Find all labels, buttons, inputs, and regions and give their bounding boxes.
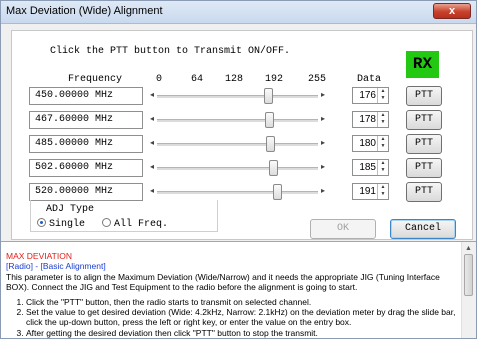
slider-right-arrow-icon[interactable]: ▸ <box>321 162 325 171</box>
ptt-button[interactable]: PTT <box>406 110 442 130</box>
slider-thumb[interactable] <box>273 184 283 200</box>
data-value[interactable]: 191 <box>359 186 376 197</box>
help-step: Set the value to get desired deviation (… <box>26 307 460 328</box>
radio-all-freq[interactable]: All Freq. <box>102 218 168 230</box>
slider-right-arrow-icon[interactable]: ▸ <box>321 90 325 99</box>
scroll-up-icon[interactable]: ▲ <box>465 244 472 254</box>
scale-label: 192 <box>264 74 284 85</box>
frequency-field: 485.00000 MHz <box>29 135 143 153</box>
scale-label: 128 <box>224 74 244 85</box>
slider-thumb[interactable] <box>264 112 274 128</box>
stepper-buttons[interactable]: ▲ ▼ <box>377 184 388 199</box>
deviation-slider[interactable]: ◂ ▸ <box>145 87 330 105</box>
data-value[interactable]: 180 <box>359 138 376 149</box>
data-value[interactable]: 176 <box>359 90 376 101</box>
stepper-down-icon[interactable]: ▼ <box>378 119 388 126</box>
scale-label: 64 <box>190 74 204 85</box>
ptt-button[interactable]: PTT <box>406 182 442 202</box>
scale-label: 0 <box>155 74 163 85</box>
radio-selected-icon[interactable] <box>37 218 46 227</box>
help-step: After getting the desired deviation then… <box>26 328 460 338</box>
title-bar[interactable]: Max Deviation (Wide) Alignment x <box>1 1 476 24</box>
close-button[interactable]: x <box>433 3 471 19</box>
data-value-stepper[interactable]: 178 ▲ ▼ <box>352 111 389 128</box>
radio-single-label: Single <box>49 219 86 230</box>
deviation-slider[interactable]: ◂ ▸ <box>145 111 330 129</box>
radio-single[interactable]: Single <box>37 218 85 230</box>
data-value-stepper[interactable]: 185 ▲ ▼ <box>352 159 389 176</box>
slider-track <box>157 95 318 98</box>
slider-left-arrow-icon[interactable]: ◂ <box>150 186 154 195</box>
deviation-slider[interactable]: ◂ ▸ <box>145 183 330 201</box>
help-steps: Click the "PTT" button, then the radio s… <box>6 297 460 338</box>
frequency-field: 450.00000 MHz <box>29 87 143 105</box>
stepper-up-icon[interactable]: ▲ <box>378 184 388 191</box>
slider-track <box>157 119 318 122</box>
slider-track <box>157 167 318 170</box>
data-value-stepper[interactable]: 176 ▲ ▼ <box>352 87 389 104</box>
deviation-slider[interactable]: ◂ ▸ <box>145 159 330 177</box>
data-value-stepper[interactable]: 180 ▲ ▼ <box>352 135 389 152</box>
slider-right-arrow-icon[interactable]: ▸ <box>321 138 325 147</box>
help-pane[interactable]: MAX DEVIATION [Radio] - [Basic Alignment… <box>1 241 476 338</box>
frequency-field: 467.60000 MHz <box>29 111 143 129</box>
slider-left-arrow-icon[interactable]: ◂ <box>150 138 154 147</box>
radio-unselected-icon[interactable] <box>102 218 111 227</box>
stepper-buttons[interactable]: ▲ ▼ <box>377 88 388 103</box>
data-value[interactable]: 185 <box>359 162 376 173</box>
ok-button[interactable]: OK <box>310 219 376 239</box>
stepper-down-icon[interactable]: ▼ <box>378 191 388 198</box>
stepper-up-icon[interactable]: ▲ <box>378 136 388 143</box>
slider-thumb[interactable] <box>266 136 276 152</box>
instruction-text: Click the PTT button to Transmit ON/OFF. <box>50 46 291 57</box>
data-column-header: Data <box>357 74 382 85</box>
slider-left-arrow-icon[interactable]: ◂ <box>150 114 154 123</box>
stepper-down-icon[interactable]: ▼ <box>378 167 388 174</box>
stepper-up-icon[interactable]: ▲ <box>378 88 388 95</box>
help-scrollbar[interactable]: ▲ <box>461 242 476 338</box>
stepper-down-icon[interactable]: ▼ <box>378 95 388 102</box>
slider-track <box>157 191 318 194</box>
stepper-buttons[interactable]: ▲ ▼ <box>377 112 388 127</box>
help-breadcrumb: [Radio] - [Basic Alignment] <box>6 261 106 272</box>
slider-track <box>157 143 318 146</box>
deviation-slider[interactable]: ◂ ▸ <box>145 135 330 153</box>
slider-left-arrow-icon[interactable]: ◂ <box>150 90 154 99</box>
frequency-column-header: Frequency <box>68 74 123 85</box>
scale-label: 255 <box>307 74 327 85</box>
stepper-up-icon[interactable]: ▲ <box>378 112 388 119</box>
stepper-down-icon[interactable]: ▼ <box>378 143 388 150</box>
data-value-stepper[interactable]: 191 ▲ ▼ <box>352 183 389 200</box>
stepper-buttons[interactable]: ▲ ▼ <box>377 160 388 175</box>
alignment-window: Max Deviation (Wide) Alignment x Click t… <box>0 0 477 339</box>
cancel-button[interactable]: Cancel <box>390 219 456 239</box>
data-value[interactable]: 178 <box>359 114 376 125</box>
stepper-up-icon[interactable]: ▲ <box>378 160 388 167</box>
help-title: MAX DEVIATION <box>6 251 72 261</box>
rx-status-indicator: RX <box>406 51 439 78</box>
ptt-button[interactable]: PTT <box>406 158 442 178</box>
ptt-button[interactable]: PTT <box>406 134 442 154</box>
help-intro: This parameter is to align the Maximum D… <box>6 271 440 293</box>
help-step: Click the "PTT" button, then the radio s… <box>26 297 460 307</box>
adj-type-label: ADJ Type <box>46 204 95 215</box>
radio-all-freq-label: All Freq. <box>114 219 169 230</box>
window-title: Max Deviation (Wide) Alignment <box>6 5 163 17</box>
slider-right-arrow-icon[interactable]: ▸ <box>321 114 325 123</box>
slider-thumb[interactable] <box>269 160 279 176</box>
scrollbar-thumb[interactable] <box>464 254 473 296</box>
slider-thumb[interactable] <box>263 88 273 104</box>
ptt-button[interactable]: PTT <box>406 86 442 106</box>
frequency-field: 520.00000 MHz <box>29 183 143 201</box>
stepper-buttons[interactable]: ▲ ▼ <box>377 136 388 151</box>
frequency-field: 502.60000 MHz <box>29 159 143 177</box>
slider-right-arrow-icon[interactable]: ▸ <box>321 186 325 195</box>
slider-left-arrow-icon[interactable]: ◂ <box>150 162 154 171</box>
